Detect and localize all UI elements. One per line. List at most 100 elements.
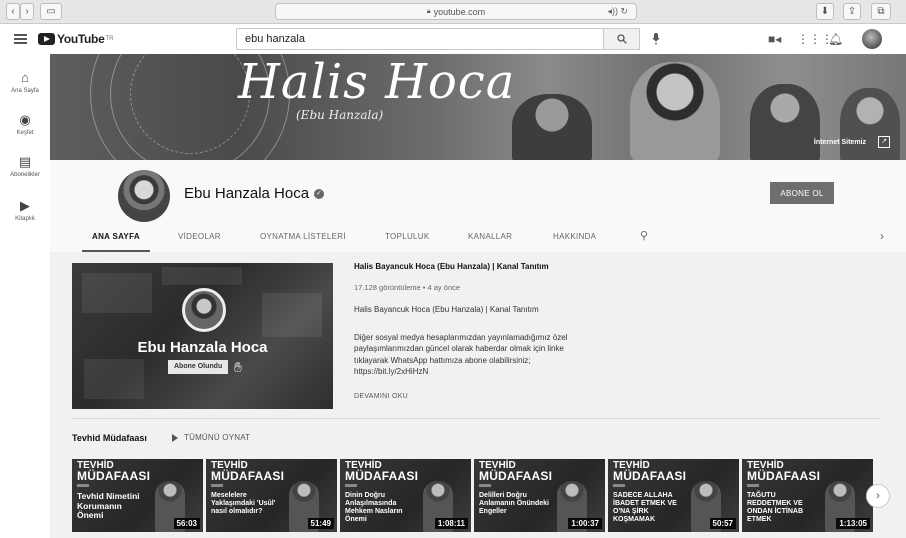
read-more-button[interactable]: DEVAMINI OKU — [354, 393, 614, 400]
video-card[interactable]: TEVHİD MÜDAFAASI Dinin Doğru Anlaşılması… — [340, 459, 471, 532]
channel-banner: Halis Hoca (Ebu Hanzala) İnternet Sitemi… — [50, 54, 906, 160]
guide-sidebar: ⌂ Ana Sayfa ◉ Keşfet ▤ Abonelikler ▶ Kit… — [0, 54, 50, 538]
verified-icon: ✓ — [314, 189, 325, 200]
tab-playlists[interactable]: OYNATMA LİSTELERİ — [260, 232, 346, 241]
notifications-icon[interactable]: 🔔︎ — [828, 32, 843, 46]
tab-home[interactable]: ANA SAYFA — [92, 232, 140, 241]
play-icon — [172, 433, 178, 442]
tabs-icon[interactable]: ⧉ — [871, 3, 891, 20]
play-all-button[interactable]: TÜMÜNÜ OYNAT — [172, 433, 250, 442]
video-duration: 51:49 — [307, 518, 334, 529]
shelf-next-button[interactable]: › — [866, 484, 890, 508]
youtube-logo[interactable]: YouTube TR — [38, 32, 113, 46]
featured-video-description: Diğer sosyal medya hesaplarımızdan yayın… — [354, 332, 614, 378]
banner-website-link[interactable]: İnternet Sitemiz — [814, 139, 866, 146]
banner-person — [512, 94, 592, 160]
sidebar-toggle-icon[interactable]: ▭ — [40, 3, 62, 20]
download-icon[interactable]: ⬇ — [816, 3, 834, 20]
create-video-icon[interactable]: ■◂ — [768, 32, 781, 46]
explore-icon: ◉ — [19, 112, 31, 127]
featured-video-title[interactable]: Halis Bayancuk Hoca (Ebu Hanzala) | Kana… — [354, 262, 614, 271]
account-avatar[interactable] — [862, 29, 882, 49]
audio-reload-icons[interactable]: ◂)) ↻ — [607, 6, 628, 17]
channel-tabs: ANA SAYFA VİDEOLAR OYNATMA LİSTELERİ TOP… — [70, 226, 890, 252]
series-badge — [613, 484, 625, 487]
series-badge — [345, 484, 357, 487]
external-link-icon[interactable]: ↗ — [878, 136, 890, 148]
address-bar[interactable]: 🔒︎ youtube.com ◂)) ↻ — [275, 3, 637, 20]
series-title-line2: MÜDAFAASI — [77, 469, 151, 483]
sidebar-item-home[interactable]: ⌂ Ana Sayfa — [0, 70, 50, 94]
video-duration: 1:00:37 — [568, 518, 602, 529]
banner-person — [840, 88, 900, 160]
video-card[interactable]: TEVHİD MÜDAFAASI Meselelere Yaklaşımdaki… — [206, 459, 337, 532]
browser-toolbar: ‹ › ▭ 🔒︎ youtube.com ◂)) ↻ ⬇ ⇪ ⧉ — [0, 0, 906, 24]
featured-video-info: Halis Bayancuk Hoca (Ebu Hanzala) | Kana… — [354, 262, 614, 400]
video-card-title: TAĞUTU REDDETMEK VE ONDAN İCTİNAB ETMEK — [747, 492, 803, 523]
series-badge — [747, 484, 759, 487]
banner-subtitle: (Ebu Hanzala) — [296, 108, 384, 122]
description-line: Diğer sosyal medya hesaplarımızdan yayın… — [354, 332, 568, 342]
menu-icon[interactable] — [14, 34, 27, 44]
video-card[interactable]: TEVHİD MÜDAFAASI SADECE ALLAHA İBADET ET… — [608, 459, 739, 532]
series-badge — [77, 484, 89, 487]
thumb-decoration — [82, 273, 152, 313]
channel-home-content: Ebu Hanzala Hoca Abone Olundu ✋︎ Halis B… — [50, 252, 906, 538]
sidebar-item-label: Keşfet — [16, 130, 34, 136]
logo-country: TR — [105, 36, 114, 42]
browser-forward-button[interactable]: › — [20, 3, 34, 20]
sidebar-item-library[interactable]: ▶ Kitaplık — [0, 198, 50, 222]
channel-avatar[interactable] — [118, 170, 170, 222]
tab-about[interactable]: HAKKINDA — [553, 232, 596, 241]
logo-text: YouTube — [57, 32, 105, 46]
subscribe-button[interactable]: ABONE OL — [770, 182, 834, 204]
video-duration: 50:57 — [709, 518, 736, 529]
browser-back-button[interactable]: ‹ — [6, 3, 20, 20]
search-input[interactable]: ebu hanzala — [236, 28, 604, 50]
sidebar-item-explore[interactable]: ◉ Keşfet — [0, 112, 50, 136]
series-title-line2: MÜDAFAASI — [211, 469, 285, 483]
thumb-subscribed-badge: Abone Olundu — [168, 360, 229, 374]
video-card[interactable]: TEVHİD MÜDAFAASI TAĞUTU REDDETMEK VE OND… — [742, 459, 873, 532]
search-button[interactable] — [604, 28, 640, 50]
description-line: paylaşımlarımızdan güncel olarak haberda… — [354, 344, 564, 353]
thumb-channel-avatar — [182, 288, 226, 332]
channel-search-icon[interactable]: ⚲ — [640, 229, 648, 242]
play-all-label: TÜMÜNÜ OYNAT — [184, 433, 251, 442]
banner-person — [750, 84, 820, 160]
tab-channels[interactable]: KANALLAR — [468, 232, 512, 241]
video-card-title: Dinin Doğru Anlaşılmasında Mehkem Naslar… — [345, 492, 403, 523]
tab-community[interactable]: TOPLULUK — [385, 232, 430, 241]
microphone-icon[interactable] — [652, 33, 660, 45]
featured-video-description-title: Halis Bayancuk Hoca (Ebu Hanzala) | Kana… — [354, 305, 539, 314]
library-icon: ▶ — [20, 198, 30, 213]
series-badge — [479, 484, 491, 487]
video-shelf: TEVHİD MÜDAFAASI Tevhid Nimetini Koruman… — [72, 459, 880, 532]
banner-title: Halis Hoca — [238, 54, 516, 110]
series-title-line2: MÜDAFAASI — [613, 469, 687, 483]
share-icon[interactable]: ⇪ — [843, 3, 861, 20]
video-card[interactable]: TEVHİD MÜDAFAASI Tevhid Nimetini Koruman… — [72, 459, 203, 532]
video-card[interactable]: TEVHİD MÜDAFAASI Delilleri Doğru Anlaman… — [474, 459, 605, 532]
featured-video-thumbnail[interactable]: Ebu Hanzala Hoca Abone Olundu ✋︎ — [72, 263, 333, 409]
lock-icon: 🔒︎ — [426, 7, 431, 15]
video-card-title: Tevhid Nimetini Korumanın Önemi — [77, 491, 140, 520]
video-card-title: Meselelere Yaklaşımdaki 'Usûl' nasıl olm… — [211, 492, 276, 515]
sidebar-item-label: Ana Sayfa — [11, 88, 39, 94]
description-line: tıklayarak WhatsApp hattımıza abone olab… — [354, 355, 531, 365]
sidebar-item-subscriptions[interactable]: ▤ Abonelikler — [0, 154, 50, 178]
tabs-next-chevron-icon[interactable]: › — [880, 229, 884, 243]
shelf-title[interactable]: Tevhid Müdafaası — [72, 433, 147, 443]
subscriptions-icon: ▤ — [18, 154, 32, 169]
description-link[interactable]: https://bit.ly/2xHiHzN — [354, 366, 614, 378]
address-text: youtube.com — [433, 6, 486, 17]
bell-hand-icon: ✋︎ — [234, 359, 242, 375]
sidebar-item-label: Kitaplık — [15, 216, 35, 222]
banner-person — [630, 62, 720, 160]
thumb-decoration — [162, 267, 242, 285]
video-card-title: Delilleri Doğru Anlamanın Önündeki Engel… — [479, 492, 550, 515]
series-title-line2: MÜDAFAASI — [345, 469, 419, 483]
series-title-line2: MÜDAFAASI — [479, 469, 553, 483]
tab-videos[interactable]: VİDEOLAR — [178, 232, 221, 241]
masthead: YouTube TR ebu hanzala ■◂ ⋮⋮⋮ 🔔︎ — [0, 24, 906, 54]
